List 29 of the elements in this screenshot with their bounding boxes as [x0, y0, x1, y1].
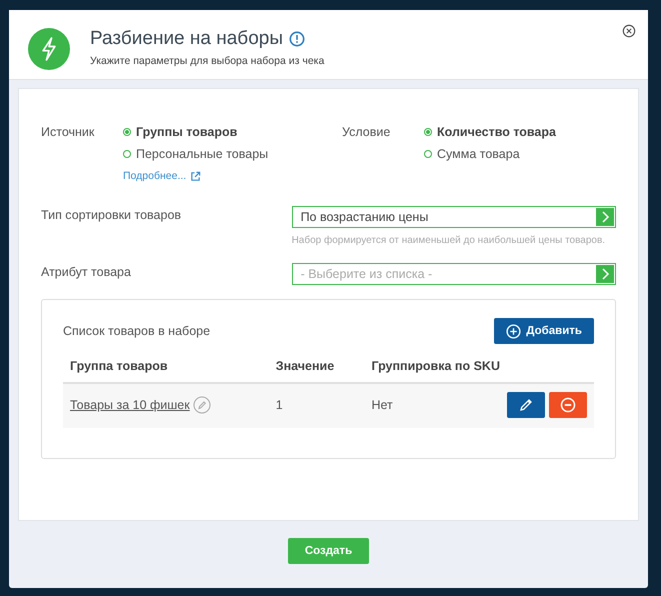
chevron-icon [596, 265, 614, 283]
field-hint: Набор формируется от наименьшей до наибольшей цены товаров. [292, 234, 606, 248]
field-label: Атрибут товара [41, 264, 132, 281]
add-button[interactable]: Добавить [494, 318, 594, 344]
select-field[interactable]: По возрастанию цены [292, 206, 616, 228]
radio-option[interactable]: Группы товаров [123, 121, 238, 143]
external-link-icon [190, 170, 202, 182]
source-label: Источник [41, 124, 96, 141]
field-label: Тип сортировки товаров [41, 207, 182, 224]
condition-label: Условие [342, 124, 392, 141]
minus-icon [560, 397, 576, 413]
pencil-icon[interactable] [192, 396, 211, 414]
lightning-icon [28, 28, 70, 70]
radio-option[interactable]: Количество товара [424, 121, 556, 143]
pencil-icon [518, 397, 534, 413]
remove-button[interactable] [549, 392, 587, 418]
chevron-icon [596, 208, 614, 226]
radio-option[interactable]: Сумма товара [424, 143, 520, 165]
dialog-title: Разбиение на наборы [90, 28, 283, 50]
table-cell: 1 [268, 383, 364, 428]
table-cell: Нет [364, 383, 500, 428]
group-link[interactable]: Товары за 10 фишек [70, 398, 190, 412]
dialog-subtitle: Укажите параметры для выбора набора из чека [90, 55, 324, 67]
edit-button[interactable] [507, 392, 545, 418]
close-icon[interactable] [622, 24, 636, 38]
radio-option[interactable]: Персональные товары [123, 143, 268, 165]
info-icon[interactable] [288, 31, 305, 47]
list-title: Список товаров в наборе [63, 324, 210, 338]
plus-icon [506, 324, 522, 338]
